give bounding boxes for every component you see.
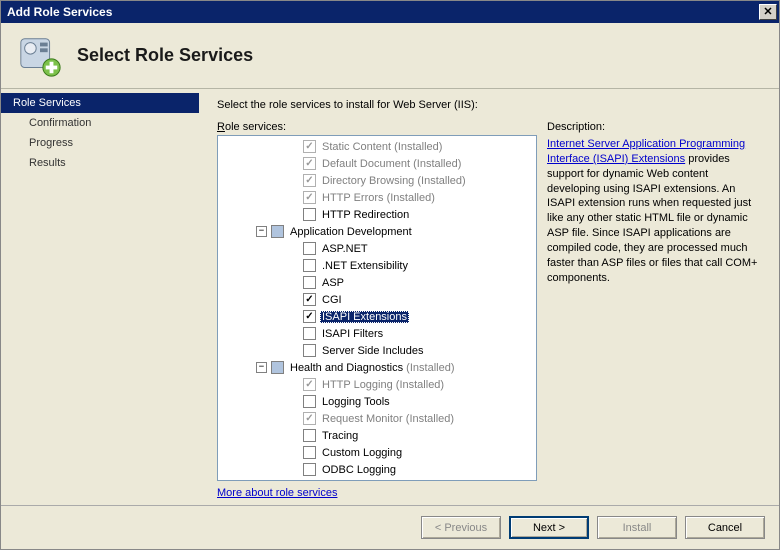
description-label: Description: xyxy=(547,121,759,133)
wizard-header: Select Role Services xyxy=(1,23,779,89)
tree-node[interactable]: Logging Tools xyxy=(218,393,536,410)
tree-node[interactable]: Request Monitor xyxy=(218,410,536,427)
instruction-text: Select the role services to install for … xyxy=(217,99,763,111)
checkbox xyxy=(303,157,316,170)
tree-node[interactable]: Tracing xyxy=(218,427,536,444)
checkbox[interactable] xyxy=(303,429,316,442)
node-label[interactable]: .NET Extensibility xyxy=(320,260,410,272)
checkbox[interactable] xyxy=(303,293,316,306)
checkbox[interactable] xyxy=(271,480,284,481)
sidebar-step-confirmation[interactable]: Confirmation xyxy=(1,113,199,133)
collapse-icon[interactable]: − xyxy=(256,362,267,373)
tree-node[interactable]: Server Side Includes xyxy=(218,342,536,359)
checkbox xyxy=(303,412,316,425)
wizard-steps: Role ServicesConfirmationProgressResults xyxy=(1,89,199,505)
checkbox[interactable] xyxy=(303,395,316,408)
tree-node[interactable]: HTTP Logging xyxy=(218,376,536,393)
tree-node[interactable]: − Application Development xyxy=(218,223,536,240)
node-label[interactable]: CGI xyxy=(320,294,344,306)
node-label[interactable]: ASP.NET xyxy=(320,243,370,255)
checkbox[interactable] xyxy=(303,276,316,289)
checkbox[interactable] xyxy=(271,361,284,374)
page-heading: Select Role Services xyxy=(77,45,253,66)
window-title: Add Role Services xyxy=(7,5,112,19)
next-button[interactable]: Next > xyxy=(509,516,589,539)
tree-node[interactable]: HTTP Redirection xyxy=(218,206,536,223)
tree-node[interactable]: ISAPI Filters xyxy=(218,325,536,342)
node-label[interactable]: Server Side Includes xyxy=(320,345,426,357)
checkbox[interactable] xyxy=(303,327,316,340)
tree-node[interactable]: ASP xyxy=(218,274,536,291)
checkbox[interactable] xyxy=(303,310,316,323)
node-label[interactable]: HTTP Errors xyxy=(320,192,437,204)
tree-node[interactable]: Static Content xyxy=(218,138,536,155)
node-label[interactable]: Default Document xyxy=(320,158,463,170)
wizard-footer: < Previous Next > Install Cancel xyxy=(1,505,779,549)
tree-node[interactable]: Custom Logging xyxy=(218,444,536,461)
close-icon[interactable]: ✕ xyxy=(759,4,777,20)
server-role-icon xyxy=(17,33,63,79)
node-label[interactable]: Logging Tools xyxy=(320,396,392,408)
tree-node[interactable]: − Health and Diagnostics xyxy=(218,359,536,376)
checkbox xyxy=(303,140,316,153)
install-button[interactable]: Install xyxy=(597,516,677,539)
node-label[interactable]: ODBC Logging xyxy=(320,464,398,476)
previous-button[interactable]: < Previous xyxy=(421,516,501,539)
description-text: Internet Server Application Programming … xyxy=(547,137,759,285)
node-label[interactable]: Directory Browsing xyxy=(320,175,468,187)
node-label[interactable]: HTTP Redirection xyxy=(320,209,411,221)
checkbox[interactable] xyxy=(271,225,284,238)
checkbox xyxy=(303,191,316,204)
node-label[interactable]: Security xyxy=(288,481,383,482)
titlebar: Add Role Services ✕ xyxy=(1,1,779,23)
sidebar-step-role-services[interactable]: Role Services xyxy=(1,93,199,113)
checkbox[interactable] xyxy=(303,242,316,255)
more-about-link[interactable]: More about role services xyxy=(217,487,537,499)
sidebar-step-progress[interactable]: Progress xyxy=(1,133,199,153)
tree-node[interactable]: HTTP Errors xyxy=(218,189,536,206)
tree-node[interactable]: ASP.NET xyxy=(218,240,536,257)
node-label[interactable]: ISAPI Extensions xyxy=(320,311,409,323)
tree-node[interactable]: Default Document xyxy=(218,155,536,172)
node-label[interactable]: Application Development xyxy=(288,226,414,238)
tree-node[interactable]: Directory Browsing xyxy=(218,172,536,189)
node-label[interactable]: HTTP Logging xyxy=(320,379,446,391)
sidebar-step-results[interactable]: Results xyxy=(1,153,199,173)
checkbox[interactable] xyxy=(303,463,316,476)
cancel-button[interactable]: Cancel xyxy=(685,516,765,539)
checkbox[interactable] xyxy=(303,259,316,272)
node-label[interactable]: ISAPI Filters xyxy=(320,328,385,340)
tree-node[interactable]: ISAPI Extensions xyxy=(218,308,536,325)
checkbox[interactable] xyxy=(303,344,316,357)
checkbox[interactable] xyxy=(303,446,316,459)
description-panel: Description: Internet Server Application… xyxy=(547,121,763,499)
node-label[interactable]: Static Content xyxy=(320,141,444,153)
node-label[interactable]: Request Monitor xyxy=(320,413,456,425)
tree-node[interactable]: .NET Extensibility xyxy=(218,257,536,274)
checkbox[interactable] xyxy=(303,208,316,221)
tree-node[interactable]: ODBC Logging xyxy=(218,461,536,478)
node-label[interactable]: Tracing xyxy=(320,430,360,442)
collapse-icon[interactable]: − xyxy=(256,226,267,237)
description-body: provides support for dynamic Web content… xyxy=(547,153,757,284)
tree-label: Role services: xyxy=(217,121,537,133)
tree-node[interactable]: −Security xyxy=(218,478,536,481)
checkbox xyxy=(303,174,316,187)
tree-node[interactable]: CGI xyxy=(218,291,536,308)
node-label[interactable]: ASP xyxy=(320,277,346,289)
role-services-tree[interactable]: Static Content Default Document Directory … xyxy=(217,135,537,481)
node-label[interactable]: Custom Logging xyxy=(320,447,404,459)
checkbox xyxy=(303,378,316,391)
node-label[interactable]: Health and Diagnostics xyxy=(288,362,456,374)
